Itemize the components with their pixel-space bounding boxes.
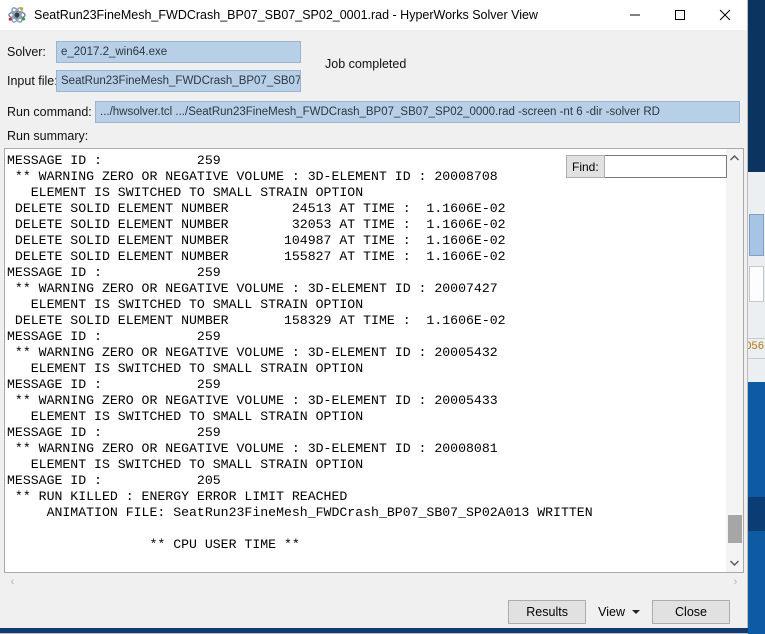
console-line: ** WARNING ZERO OR NEGATIVE VOLUME : 3D-… [7,441,498,456]
scroll-up-arrow-icon[interactable] [726,149,743,167]
vertical-scroll-thumb[interactable] [728,515,742,543]
desktop-area-middle [745,497,765,531]
find-label: Find: [566,155,605,178]
console-line: ** WARNING ZERO OR NEGATIVE VOLUME : 3D-… [7,345,498,360]
input-file-field[interactable]: SeatRun23FineMesh_FWDCrash_BP07_SB07_S [56,69,301,92]
desktop-area-lower [745,531,765,634]
window-bottom-edge [0,628,748,633]
console-line: ** WARNING ZERO OR NEGATIVE VOLUME : 3D-… [7,281,498,296]
background-window-selected-item [749,214,764,256]
console-line: MESSAGE ID : 205 [7,473,221,488]
console-line: MESSAGE ID : 259 [7,265,221,280]
run-summary-label: Run summary: [7,129,89,143]
job-info-form: Solver: e_2017.2_win64.exe Input file: S… [0,31,747,147]
input-file-row: Input file: SeatRun23FineMesh_FWDCrash_B… [0,68,747,93]
find-input[interactable] [604,155,727,178]
console-line: ELEMENT IS SWITCHED TO SMALL STRAIN OPTI… [7,185,364,200]
console-line: DELETE SOLID ELEMENT NUMBER 104987 AT TI… [7,233,506,248]
title-bar: SeatRun23FineMesh_FWDCrash_BP07_SB07_SP0… [0,0,747,31]
console-line: ** WARNING ZERO OR NEGATIVE VOLUME : 3D-… [7,393,498,408]
desktop-area-upper [745,382,765,497]
atom-icon [8,6,26,24]
run-command-row: Run command: .../hwsolver.tcl .../SeatRu… [0,99,747,124]
close-dialog-button[interactable]: Close [652,600,730,624]
close-button[interactable] [702,0,747,31]
view-button-label: View [598,605,625,619]
scroll-down-arrow-icon[interactable] [726,554,743,572]
maximize-button[interactable] [657,0,702,31]
console-line: ELEMENT IS SWITCHED TO SMALL STRAIN OPTI… [7,297,364,312]
run-summary-console: MESSAGE ID : 259 ** WARNING ZERO OR NEGA… [4,148,744,573]
console-line: MESSAGE ID : 259 [7,329,221,344]
console-line: DELETE SOLID ELEMENT NUMBER 32053 AT TIM… [7,217,506,232]
scroll-left-arrow-icon[interactable]: ‹ [4,573,21,591]
chevron-down-icon [632,610,640,614]
console-line: MESSAGE ID : 259 [7,425,221,440]
window-title: SeatRun23FineMesh_FWDCrash_BP07_SB07_SP0… [34,8,538,22]
scroll-right-arrow-icon[interactable]: › [727,573,744,591]
results-button[interactable]: Results [508,600,587,624]
console-line: DELETE SOLID ELEMENT NUMBER 24513 AT TIM… [7,201,506,216]
footer-button-bar: Results View Close [0,591,747,633]
console-line: DELETE SOLID ELEMENT NUMBER 155827 AT TI… [7,249,506,264]
console-text-area[interactable]: MESSAGE ID : 259 ** WARNING ZERO OR NEGA… [4,148,726,573]
input-file-label: Input file: [7,73,58,88]
run-command-label: Run command: [7,104,92,119]
console-vertical-scrollbar[interactable] [726,148,744,573]
console-line: ELEMENT IS SWITCHED TO SMALL STRAIN OPTI… [7,361,364,376]
background-window-text: O56 [745,341,764,353]
find-widget: Find: [566,155,727,178]
minimize-button[interactable] [612,0,657,31]
background-window-field [749,266,764,302]
view-dropdown-button[interactable]: View [594,600,644,624]
console-line: ELEMENT IS SWITCHED TO SMALL STRAIN OPTI… [7,457,364,472]
console-line: ** CPU USER TIME ** [7,537,300,552]
console-output: MESSAGE ID : 259 ** WARNING ZERO OR NEGA… [5,149,726,569]
console-line: DELETE SOLID ELEMENT NUMBER 158329 AT TI… [7,313,506,328]
console-line: ** RUN KILLED : ENERGY ERROR LIMIT REACH… [7,489,348,504]
hyperworks-solver-view-window: SeatRun23FineMesh_FWDCrash_BP07_SB07_SP0… [0,0,748,634]
background-window-divider-2 [745,358,765,359]
horizontal-scroll-track[interactable] [21,573,727,591]
run-command-field[interactable]: .../hwsolver.tcl .../SeatRun23FineMesh_F… [95,100,740,123]
console-line: ANIMATION FILE: SeatRun23FineMesh_FWDCra… [7,505,593,520]
console-line: MESSAGE ID : 259 [7,377,221,392]
background-window-divider [745,338,765,339]
solver-field[interactable]: e_2017.2_win64.exe [56,40,301,63]
console-line: ELEMENT IS SWITCHED TO SMALL STRAIN OPTI… [7,409,364,424]
background-window-titlebar [745,0,765,172]
job-status-text: Job completed [325,57,407,71]
solver-label: Solver: [7,44,46,59]
console-horizontal-scrollbar[interactable]: ‹ › [4,573,744,591]
vertical-scroll-track[interactable] [726,167,743,554]
